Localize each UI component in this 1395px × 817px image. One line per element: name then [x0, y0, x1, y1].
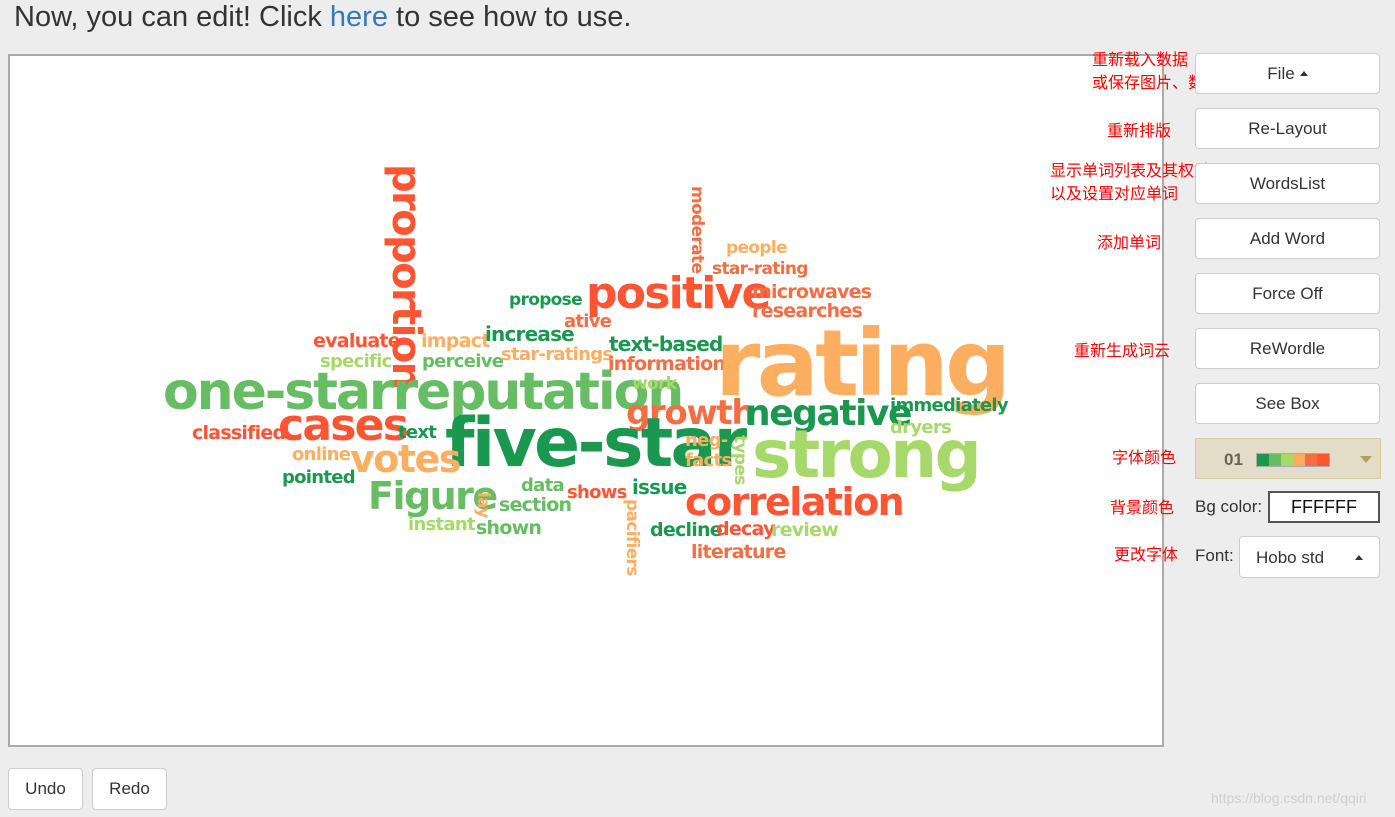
redo-button[interactable]: Redo — [92, 768, 167, 810]
color-swatch — [1257, 454, 1269, 466]
word-shown[interactable]: shown — [476, 519, 542, 538]
wordslist-button[interactable]: WordsList — [1195, 163, 1380, 204]
word-immediately[interactable]: immediately — [890, 397, 1009, 415]
word-online[interactable]: online — [292, 446, 351, 464]
word-propose[interactable]: propose — [509, 292, 583, 309]
note-wordslist-2: 以及设置对应单词 — [1050, 186, 1179, 203]
word-decline[interactable]: decline — [650, 521, 723, 540]
note-font: 更改字体 — [1114, 547, 1179, 564]
rewordle-button[interactable]: ReWordle — [1195, 328, 1380, 369]
note-file-1: 重新载入数据 — [1092, 52, 1189, 69]
word-types[interactable]: types — [730, 435, 750, 485]
word-proportion[interactable]: proportion — [383, 164, 429, 388]
color-swatch — [1281, 454, 1293, 466]
color-swatch — [1317, 454, 1329, 466]
note-relayout: 重新排版 — [1107, 123, 1172, 140]
word-correlation[interactable]: correlation — [685, 483, 905, 521]
word-people[interactable]: people — [726, 240, 788, 257]
add-word-button[interactable]: Add Word — [1195, 218, 1380, 259]
chevron-down-icon — [1360, 456, 1372, 463]
word-impact[interactable]: impact — [421, 332, 490, 351]
word-strong[interactable]: strong — [752, 422, 982, 488]
word-increase[interactable]: increase — [485, 324, 575, 344]
word-neg[interactable]: neg- — [685, 432, 728, 450]
word-literature[interactable]: literature — [691, 543, 786, 562]
word-pacifiers[interactable]: pacifiers — [622, 499, 642, 576]
color-scheme-select[interactable]: 01 — [1195, 438, 1381, 479]
bg-color-label: Bg color: — [1195, 497, 1263, 516]
word-evaluate[interactable]: evaluate — [313, 332, 401, 351]
bg-color-input[interactable]: FFFFFF — [1268, 491, 1380, 523]
word-cloud-canvas[interactable]: proportion moderate people star-rating propo… — [8, 54, 1164, 747]
word-issue[interactable]: issue — [632, 477, 687, 497]
page-title: Now, you can edit! Click here to see how… — [14, 1, 632, 33]
word-review[interactable]: review — [771, 521, 839, 540]
see-box-button[interactable]: See Box — [1195, 383, 1380, 424]
file-button[interactable]: File — [1195, 53, 1380, 94]
note-bg-color: 背景颜色 — [1110, 500, 1175, 517]
help-link[interactable]: here — [330, 1, 388, 33]
caret-up-icon — [1355, 555, 1363, 560]
caret-up-icon — [1299, 71, 1308, 76]
word-votes[interactable]: votes — [350, 440, 461, 478]
color-swatch — [1305, 454, 1317, 466]
undo-button[interactable]: Undo — [8, 768, 83, 810]
word-data[interactable]: data — [521, 477, 565, 495]
word-lay[interactable]: lay — [473, 492, 493, 518]
word-instant[interactable]: instant — [408, 516, 476, 534]
word-shows[interactable]: shows — [567, 484, 627, 502]
note-font-color: 字体颜色 — [1112, 450, 1177, 467]
word-classified[interactable]: classified — [192, 424, 286, 443]
word-text-based[interactable]: text-based — [609, 334, 723, 354]
note-add-word: 添加单词 — [1097, 235, 1162, 252]
word-moderate[interactable]: moderate — [687, 186, 707, 273]
relayout-button[interactable]: Re-Layout — [1195, 108, 1380, 149]
word-pointed[interactable]: pointed — [282, 469, 356, 487]
force-off-button[interactable]: Force Off — [1195, 273, 1380, 314]
note-wordslist-1: 显示单词列表及其权重 — [1050, 163, 1211, 180]
font-label: Font: — [1195, 546, 1234, 565]
font-select[interactable]: Hobo std — [1239, 536, 1380, 578]
word-work[interactable]: work — [632, 376, 677, 393]
color-swatches — [1256, 453, 1330, 467]
color-swatch — [1269, 454, 1281, 466]
word-facts[interactable]: facts — [685, 452, 732, 470]
font-select-value: Hobo std — [1256, 548, 1325, 567]
word-decay[interactable]: decay — [716, 520, 775, 539]
color-scheme-label: 01 — [1224, 450, 1243, 469]
watermark: https://blog.csdn.net/qqiri — [1211, 790, 1367, 806]
note-rewordle: 重新生成词云 — [1074, 343, 1171, 360]
color-swatch — [1293, 454, 1305, 466]
word-section[interactable]: section — [499, 496, 572, 515]
